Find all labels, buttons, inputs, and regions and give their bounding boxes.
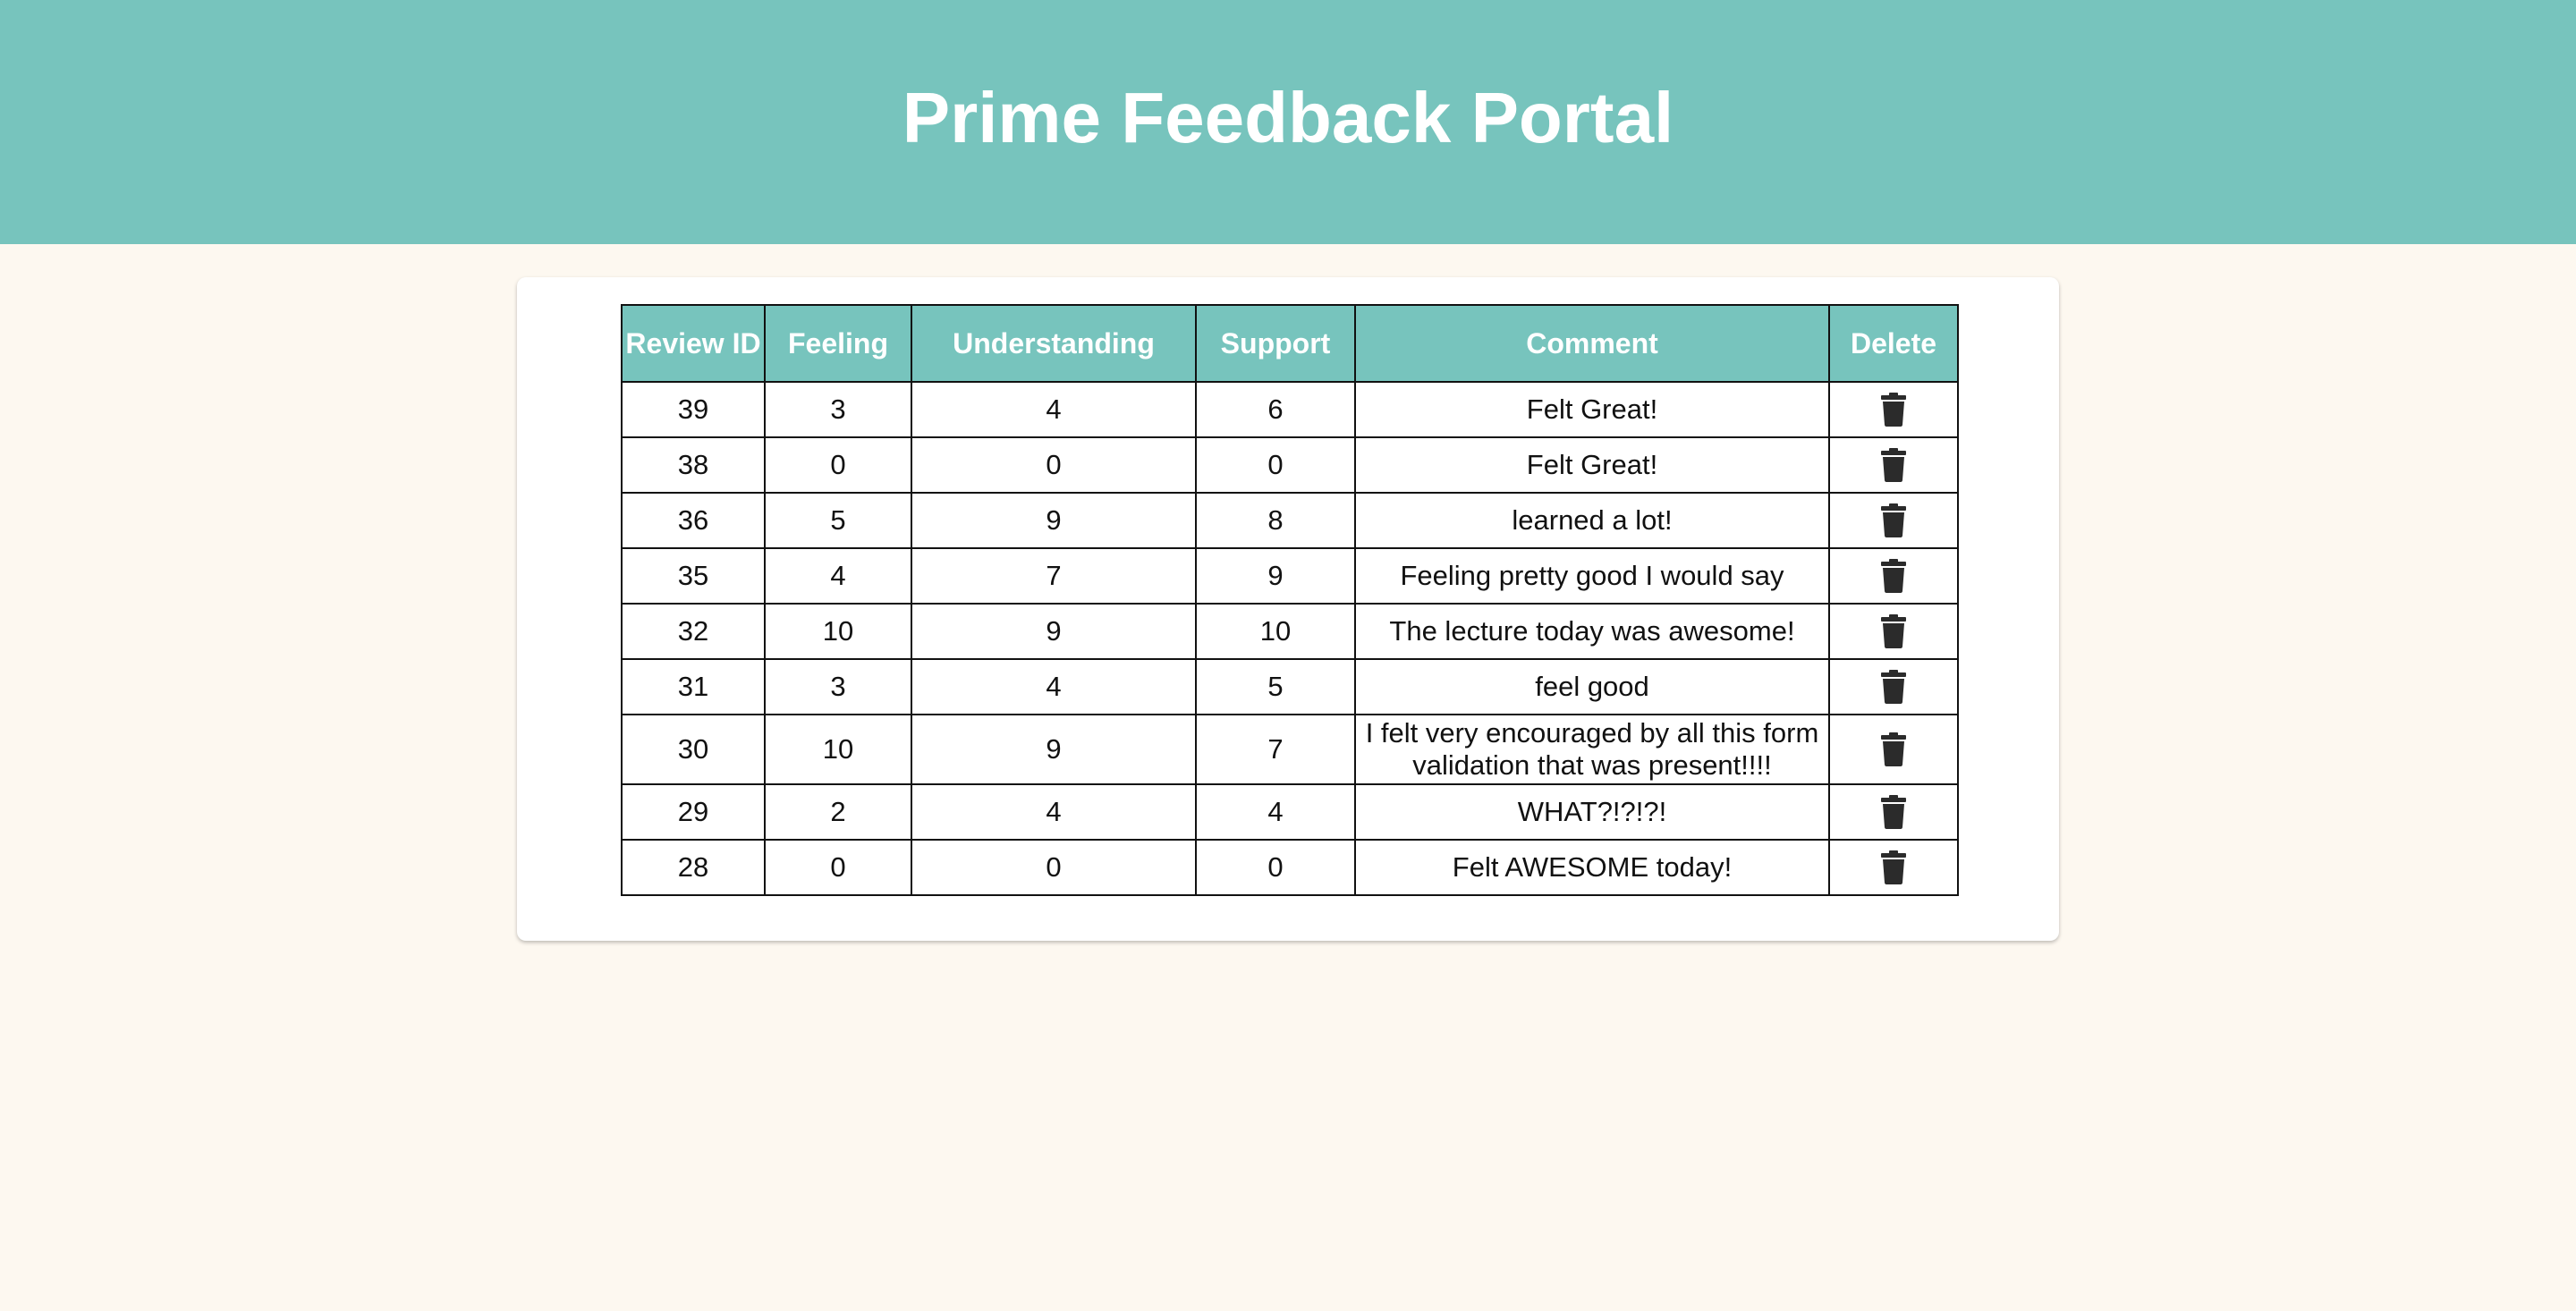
cell-comment: Felt Great! <box>1354 436 1830 494</box>
cell-support: 10 <box>1195 603 1356 660</box>
cell-feeling: 5 <box>764 492 912 549</box>
cell-comment: learned a lot! <box>1354 492 1830 549</box>
cell-comment: feel good <box>1354 658 1830 715</box>
table-row: 30 10 9 7 I felt very encouraged by all … <box>621 714 1959 785</box>
trash-icon[interactable] <box>1880 559 1907 594</box>
cell-understanding: 4 <box>911 783 1197 841</box>
cell-delete <box>1828 547 1959 605</box>
cell-feeling: 0 <box>764 436 912 494</box>
trash-icon[interactable] <box>1880 393 1907 427</box>
cell-feeling: 10 <box>764 603 912 660</box>
cell-comment: Felt Great! <box>1354 381 1830 438</box>
table-row: 36 5 9 8 learned a lot! <box>621 492 1959 549</box>
cell-review-id: 31 <box>621 658 766 715</box>
cell-feeling: 2 <box>764 783 912 841</box>
cell-delete <box>1828 839 1959 896</box>
cell-delete <box>1828 381 1959 438</box>
page-header: Prime Feedback Portal <box>0 0 2576 244</box>
feedback-card: Review ID Feeling Understanding Support … <box>517 277 2059 941</box>
cell-support: 4 <box>1195 783 1356 841</box>
cell-support: 9 <box>1195 547 1356 605</box>
cell-feeling: 3 <box>764 658 912 715</box>
cell-support: 0 <box>1195 839 1356 896</box>
cell-delete <box>1828 658 1959 715</box>
cell-support: 8 <box>1195 492 1356 549</box>
cell-delete <box>1828 436 1959 494</box>
table-row: 35 4 7 9 Feeling pretty good I would say <box>621 547 1959 605</box>
cell-support: 7 <box>1195 714 1356 785</box>
cell-delete <box>1828 603 1959 660</box>
column-header-feeling: Feeling <box>764 304 912 383</box>
cell-understanding: 9 <box>911 603 1197 660</box>
table-row: 32 10 9 10 The lecture today was awesome… <box>621 603 1959 660</box>
table-row: 39 3 4 6 Felt Great! <box>621 381 1959 438</box>
cell-review-id: 32 <box>621 603 766 660</box>
cell-feeling: 3 <box>764 381 912 438</box>
cell-understanding: 4 <box>911 658 1197 715</box>
trash-icon[interactable] <box>1880 614 1907 649</box>
cell-delete <box>1828 492 1959 549</box>
page-title: Prime Feedback Portal <box>902 77 1674 157</box>
trash-icon[interactable] <box>1880 850 1907 885</box>
cell-feeling: 4 <box>764 547 912 605</box>
cell-understanding: 9 <box>911 492 1197 549</box>
table-header-row: Review ID Feeling Understanding Support … <box>621 304 1959 383</box>
column-header-comment: Comment <box>1354 304 1830 383</box>
cell-review-id: 38 <box>621 436 766 494</box>
trash-icon[interactable] <box>1880 448 1907 483</box>
trash-icon[interactable] <box>1880 503 1907 538</box>
cell-comment: The lecture today was awesome! <box>1354 603 1830 660</box>
cell-review-id: 30 <box>621 714 766 785</box>
feedback-table: Review ID Feeling Understanding Support … <box>621 304 1959 896</box>
cell-review-id: 29 <box>621 783 766 841</box>
cell-delete <box>1828 714 1959 785</box>
trash-icon[interactable] <box>1880 795 1907 830</box>
cell-understanding: 0 <box>911 839 1197 896</box>
trash-icon[interactable] <box>1880 732 1907 767</box>
cell-understanding: 9 <box>911 714 1197 785</box>
cell-understanding: 7 <box>911 547 1197 605</box>
column-header-review-id: Review ID <box>621 304 766 383</box>
column-header-understanding: Understanding <box>911 304 1197 383</box>
trash-icon[interactable] <box>1880 670 1907 705</box>
column-header-support: Support <box>1195 304 1356 383</box>
cell-support: 5 <box>1195 658 1356 715</box>
cell-understanding: 0 <box>911 436 1197 494</box>
cell-review-id: 36 <box>621 492 766 549</box>
table-row: 31 3 4 5 feel good <box>621 658 1959 715</box>
cell-review-id: 28 <box>621 839 766 896</box>
cell-understanding: 4 <box>911 381 1197 438</box>
cell-review-id: 39 <box>621 381 766 438</box>
cell-delete <box>1828 783 1959 841</box>
cell-review-id: 35 <box>621 547 766 605</box>
cell-comment: I felt very encouraged by all this form … <box>1354 714 1830 785</box>
cell-support: 0 <box>1195 436 1356 494</box>
cell-comment: Felt AWESOME today! <box>1354 839 1830 896</box>
table-row: 29 2 4 4 WHAT?!?!?! <box>621 783 1959 841</box>
cell-support: 6 <box>1195 381 1356 438</box>
table-row: 28 0 0 0 Felt AWESOME today! <box>621 839 1959 896</box>
cell-feeling: 10 <box>764 714 912 785</box>
table-row: 38 0 0 0 Felt Great! <box>621 436 1959 494</box>
cell-feeling: 0 <box>764 839 912 896</box>
cell-comment: Feeling pretty good I would say <box>1354 547 1830 605</box>
column-header-delete: Delete <box>1828 304 1959 383</box>
cell-comment: WHAT?!?!?! <box>1354 783 1830 841</box>
